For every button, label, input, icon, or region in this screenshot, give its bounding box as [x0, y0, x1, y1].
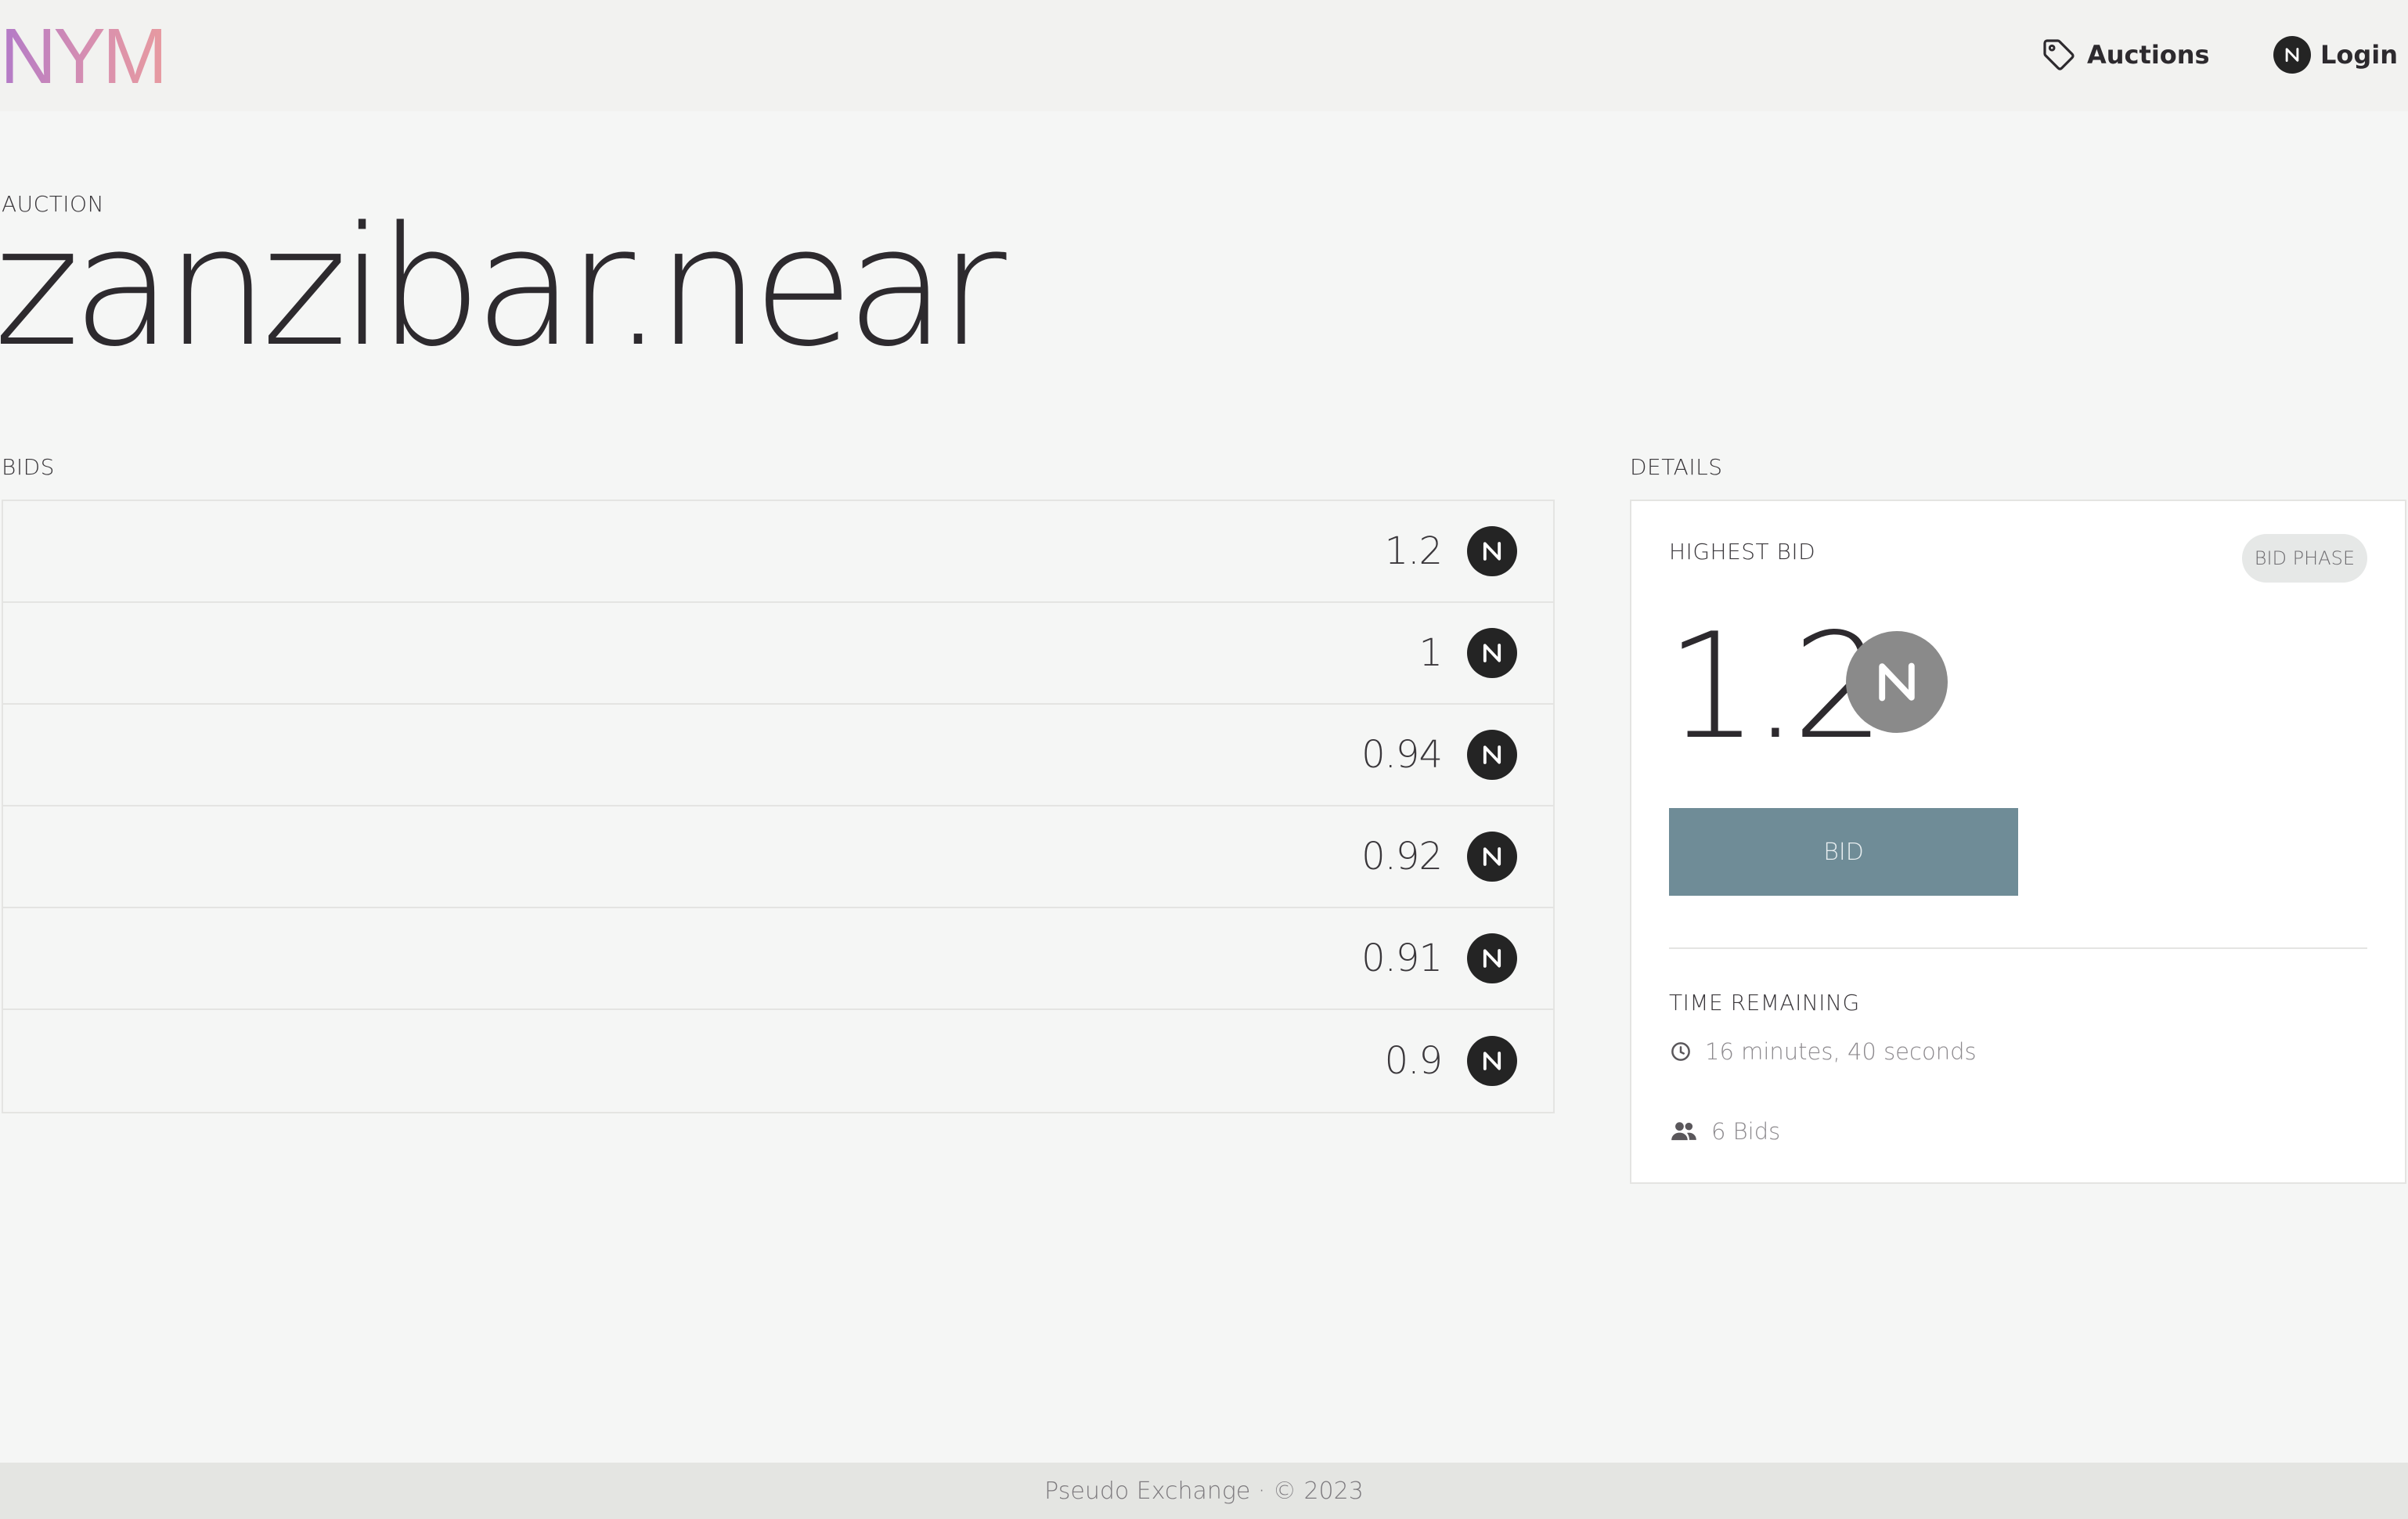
- near-icon: [1846, 631, 1948, 733]
- bid-count-row: 6 Bids: [1669, 1117, 1780, 1146]
- details-panel: HIGHEST BID BID PHASE 1.2 BID TIME REMAI…: [1630, 500, 2406, 1184]
- bid-amount: 0.9: [1384, 1039, 1443, 1083]
- bid-row: 1: [3, 603, 1553, 705]
- bid-count: 6 Bids: [1711, 1118, 1781, 1145]
- near-icon: [1467, 730, 1517, 780]
- nym-logo[interactable]: NYM: [0, 17, 168, 96]
- bid-amount: 0.94: [1361, 733, 1443, 777]
- bid-amount: 0.92: [1361, 835, 1443, 879]
- tag-icon: [2043, 39, 2075, 70]
- bids-heading: BIDS: [2, 454, 55, 480]
- bid-row: 0.9: [3, 1010, 1553, 1112]
- details-heading: DETAILS: [1630, 454, 1723, 480]
- bid-row: 0.91: [3, 908, 1553, 1010]
- near-icon: [1467, 832, 1517, 882]
- near-icon: [2273, 36, 2311, 74]
- bid-row: 0.94: [3, 705, 1553, 806]
- time-remaining-value: 16 minutes, 40 seconds: [1705, 1038, 1977, 1065]
- page-footer: Pseudo Exchange · © 2023: [0, 1463, 2408, 1519]
- near-icon: [1467, 628, 1517, 678]
- highest-bid-label: HIGHEST BID: [1669, 539, 1816, 565]
- time-remaining-row: 16 minutes, 40 seconds: [1669, 1038, 1977, 1065]
- near-icon: [1467, 933, 1517, 983]
- bid-button[interactable]: BID: [1669, 808, 2018, 896]
- bid-row: 1.2: [3, 501, 1553, 603]
- details-divider: [1669, 947, 2367, 949]
- nav-login-link[interactable]: Login: [2273, 34, 2398, 75]
- auction-title: zanzibar.near: [0, 191, 1007, 383]
- time-remaining-label: TIME REMAINING: [1669, 990, 1860, 1016]
- bid-amount: 0.91: [1361, 936, 1443, 980]
- nav-auctions-label: Auctions: [2087, 40, 2210, 70]
- people-icon: [1671, 1122, 1696, 1141]
- bid-amount: 1: [1418, 631, 1443, 675]
- bid-amount: 1.2: [1384, 529, 1443, 573]
- near-icon: [1467, 526, 1517, 576]
- clock-icon: [1671, 1042, 1690, 1061]
- phase-badge: BID PHASE: [2241, 534, 2367, 583]
- top-header: NYM Auctions Login: [0, 0, 2408, 111]
- nav-auctions-link[interactable]: Auctions: [2040, 34, 2210, 75]
- nav-login-label: Login: [2320, 40, 2399, 70]
- bids-list: 1.2 1 0.94 0.92 0.91 0.9: [2, 500, 1555, 1113]
- bid-row: 0.92: [3, 806, 1553, 908]
- near-icon: [1467, 1036, 1517, 1086]
